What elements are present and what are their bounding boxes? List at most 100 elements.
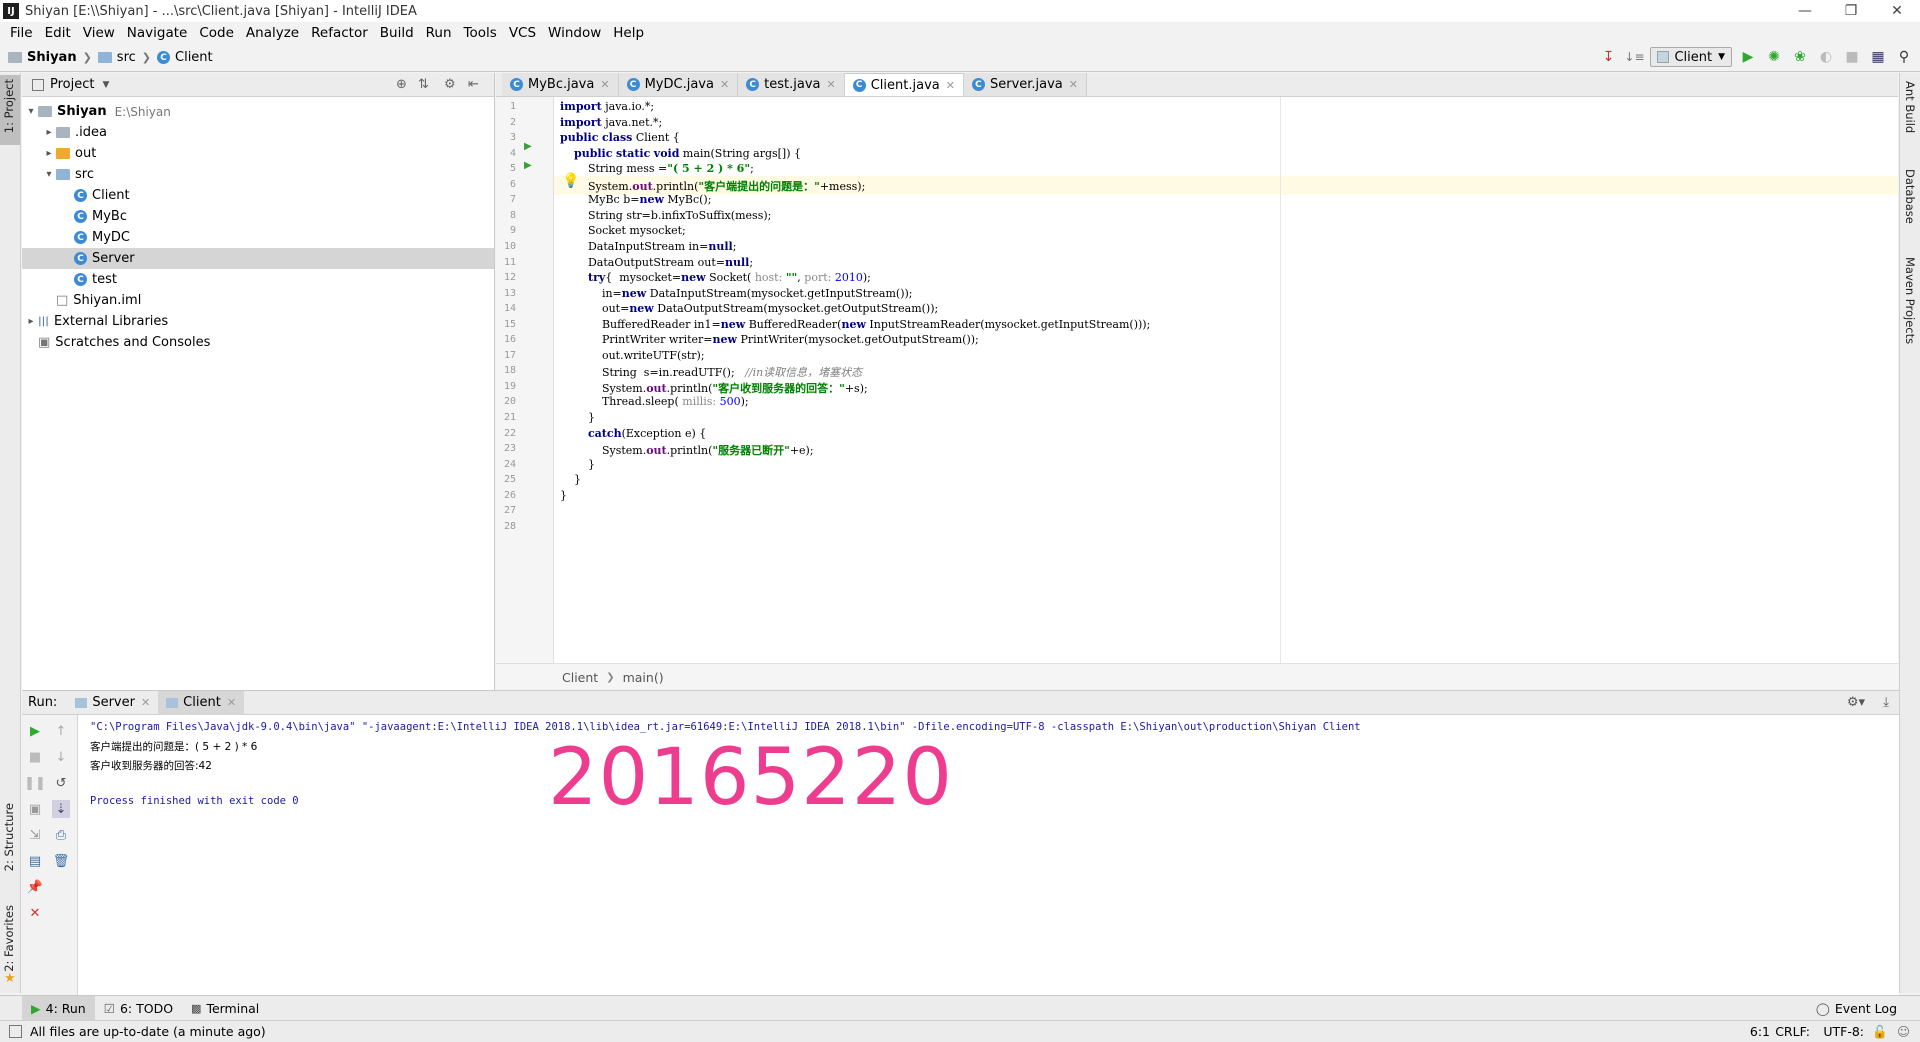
tool-tab-maven[interactable]: Maven Projects xyxy=(1903,257,1917,344)
gear-icon[interactable]: ⚙ xyxy=(444,77,456,92)
editor-tab[interactable]: C MyBc.java ✕ xyxy=(502,73,619,96)
breadcrumb-project[interactable]: Shiyan xyxy=(27,50,77,65)
stop-icon[interactable]: ■ xyxy=(26,748,44,766)
chevron-down-icon[interactable]: ▾ xyxy=(24,106,38,117)
down-arrow-icon[interactable]: ↓ xyxy=(52,748,70,766)
tree-item[interactable]: ▾ Shiyan E:\Shiyan xyxy=(22,101,494,122)
editor-tab[interactable]: C Server.java ✕ xyxy=(963,73,1087,96)
menu-analyze[interactable]: Analyze xyxy=(240,25,305,41)
locate-icon[interactable]: ⊕ xyxy=(396,77,407,92)
tree-item[interactable]: ▸ out xyxy=(22,143,494,164)
menu-refactor[interactable]: Refactor xyxy=(305,25,374,41)
search-icon[interactable]: ⚲ xyxy=(1894,47,1914,67)
tool-tab-structure[interactable]: 2: Structure xyxy=(2,803,16,871)
pin-icon[interactable]: 📌 xyxy=(26,878,44,896)
tree-item[interactable]: C Client xyxy=(22,185,494,206)
close-icon[interactable]: ✕ xyxy=(720,78,729,91)
chevron-right-icon[interactable]: ▸ xyxy=(42,148,56,159)
menu-tools[interactable]: Tools xyxy=(458,25,503,41)
profile-icon[interactable]: ◐ xyxy=(1816,47,1836,67)
file-encoding[interactable]: UTF-8: xyxy=(1823,1024,1864,1039)
line-separator[interactable]: CRLF: xyxy=(1775,1024,1810,1039)
tree-item[interactable]: ▾ src xyxy=(22,164,494,185)
debug-bug-icon[interactable]: ✺ xyxy=(1764,47,1784,67)
project-structure-icon[interactable]: ▦ xyxy=(1868,47,1888,67)
run-tab-server[interactable]: Server ✕ xyxy=(67,691,158,715)
tool-tab-todo[interactable]: ☑ 6: TODO xyxy=(95,996,182,1020)
stop-icon[interactable]: ■ xyxy=(1842,47,1862,67)
sort-icon[interactable]: ↓≡ xyxy=(1624,47,1644,67)
breadcrumb-folder[interactable]: src xyxy=(117,50,136,65)
chevron-right-icon[interactable]: ▸ xyxy=(24,316,38,327)
menu-vcs[interactable]: VCS xyxy=(503,25,542,41)
hide-panel-icon[interactable]: ⇤ xyxy=(468,77,479,92)
restore-icon[interactable]: ❐ xyxy=(1828,0,1874,22)
menu-help[interactable]: Help xyxy=(607,25,650,41)
close-icon[interactable]: ✕ xyxy=(1069,78,1078,91)
build-hammer-icon[interactable]: ↧ xyxy=(1598,47,1618,67)
coverage-icon[interactable]: ❀ xyxy=(1790,47,1810,67)
code-editor[interactable]: 1 2 3 4 5 6 7 8 9 10 11 12 13 14 15 16 17 18 19 20 21 22 23 24 2… xyxy=(496,97,1898,663)
inspector-icon[interactable]: ☺ xyxy=(1897,1024,1910,1039)
tool-tab-terminal[interactable]: ▩ Terminal xyxy=(182,996,268,1020)
close-icon[interactable]: ✕ xyxy=(26,904,44,922)
close-icon[interactable]: ✕ xyxy=(946,79,955,92)
tool-tab-run[interactable]: ▶ 4: Run xyxy=(22,996,95,1020)
rerun-icon[interactable]: ▶ xyxy=(26,722,44,740)
chevron-right-icon[interactable]: ▸ xyxy=(42,127,56,138)
tree-item[interactable]: C MyDC xyxy=(22,227,494,248)
editor-tab[interactable]: C Client.java ✕ xyxy=(844,73,964,96)
run-icon[interactable]: ▶ xyxy=(1738,47,1758,67)
close-icon[interactable]: ✕ xyxy=(827,78,836,91)
menu-file[interactable]: File xyxy=(4,25,39,41)
menu-view[interactable]: View xyxy=(77,25,121,41)
caret-position[interactable]: 6:1 xyxy=(1750,1024,1770,1039)
menu-edit[interactable]: Edit xyxy=(39,25,77,41)
up-arrow-icon[interactable]: ↑ xyxy=(52,722,70,740)
tree-item[interactable]: C MyBc xyxy=(22,206,494,227)
minimize-icon[interactable]: — xyxy=(1782,0,1828,22)
hide-panel-icon[interactable]: ⤓ xyxy=(1883,695,1889,710)
tree-item[interactable]: C Server xyxy=(22,248,494,269)
run-console[interactable]: "C:\Program Files\Java\jdk-9.0.4\bin\jav… xyxy=(78,715,1899,995)
menu-navigate[interactable]: Navigate xyxy=(121,25,194,41)
breadcrumb-file[interactable]: Client xyxy=(175,50,213,65)
toggle-tool-windows-icon[interactable] xyxy=(9,1025,22,1038)
tool-tab-database[interactable]: Database xyxy=(1903,169,1917,224)
close-icon[interactable]: ✕ xyxy=(141,696,150,709)
tool-tab-favorites[interactable]: 2: Favorites xyxy=(2,905,16,972)
tool-tab-ant-build[interactable]: Ant Build xyxy=(1903,81,1917,133)
tree-item[interactable]: ▣ Scratches and Consoles xyxy=(22,332,494,353)
editor-tab[interactable]: C MyDC.java ✕ xyxy=(618,73,739,96)
print-icon[interactable]: ⎙ xyxy=(52,826,70,844)
footer-class[interactable]: Client xyxy=(562,670,598,685)
menu-run[interactable]: Run xyxy=(420,25,458,41)
dump-threads-icon[interactable]: ▣ xyxy=(26,800,44,818)
editor-tab[interactable]: Ctest.java ✕ xyxy=(738,73,845,96)
tree-item[interactable]: □ Shiyan.iml xyxy=(22,290,494,311)
run-configuration-select[interactable]: Client ▼ xyxy=(1650,47,1732,67)
pause-icon[interactable]: ❚❚ xyxy=(24,774,46,792)
soft-wrap-icon[interactable]: ↺ xyxy=(52,774,70,792)
menu-build[interactable]: Build xyxy=(374,25,420,41)
close-icon[interactable]: ✕ xyxy=(1874,0,1920,22)
collapse-all-icon[interactable]: ⇅ xyxy=(418,77,429,92)
close-icon[interactable]: ✕ xyxy=(600,78,609,91)
tree-item[interactable]: ▸ ||| External Libraries xyxy=(22,311,494,332)
chevron-down-icon[interactable]: ▼ xyxy=(102,80,109,90)
scroll-to-end-icon[interactable]: ⇣ xyxy=(52,800,70,818)
trash-icon[interactable]: 🗑 xyxy=(52,852,70,870)
project-panel-title[interactable]: Project xyxy=(50,77,94,92)
menu-code[interactable]: Code xyxy=(193,25,240,41)
lock-icon[interactable]: 🔓 xyxy=(1872,1024,1888,1040)
close-icon[interactable]: ✕ xyxy=(227,696,236,709)
run-tab-client[interactable]: Client ✕ xyxy=(158,690,245,715)
layout-icon[interactable]: ▤ xyxy=(26,852,44,870)
footer-method[interactable]: main() xyxy=(623,670,664,685)
exit-icon[interactable]: ⇲ xyxy=(26,826,44,844)
tree-item[interactable]: ▸ .idea xyxy=(22,122,494,143)
menu-window[interactable]: Window xyxy=(542,25,607,41)
run-main-gutter-icon[interactable]: ▶ xyxy=(524,160,532,171)
tool-tab-event-log[interactable]: ◯ Event Log xyxy=(1807,996,1906,1020)
gear-icon[interactable]: ⚙▾ xyxy=(1847,695,1865,710)
